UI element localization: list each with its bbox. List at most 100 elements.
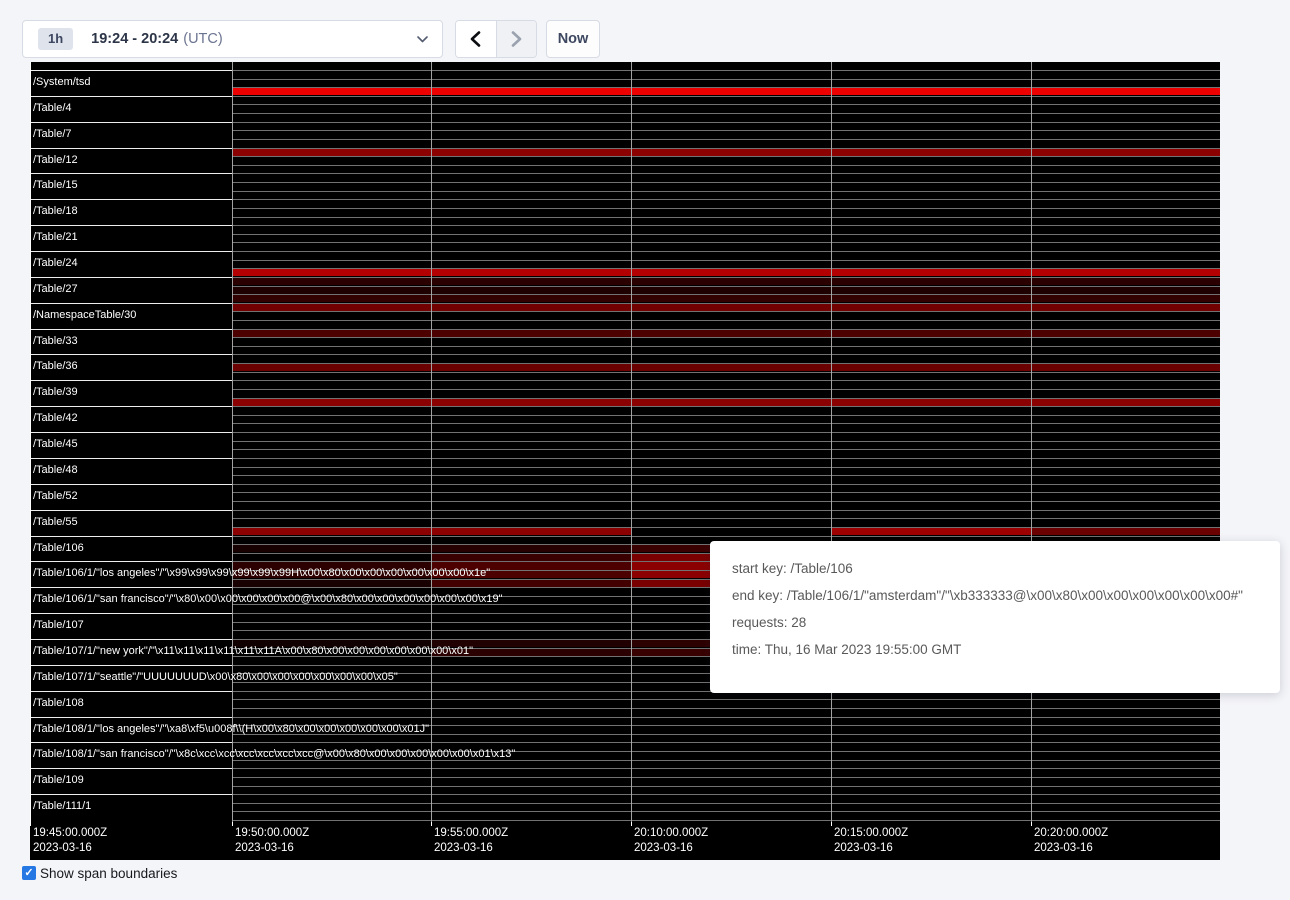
- row-label: /Table/24: [33, 257, 78, 269]
- heat-band[interactable]: [1032, 278, 1220, 285]
- heat-band[interactable]: [1032, 287, 1220, 294]
- heat-band[interactable]: [832, 295, 1031, 302]
- row-boundary-line: [30, 794, 232, 795]
- heat-band[interactable]: [1032, 88, 1220, 95]
- span-boundary-line: [232, 70, 1220, 71]
- heat-band[interactable]: [432, 545, 631, 552]
- heat-band[interactable]: [233, 269, 431, 276]
- heat-band[interactable]: [1032, 295, 1220, 302]
- row-boundary-line: [30, 303, 232, 304]
- heat-band[interactable]: [1032, 528, 1220, 535]
- heat-band[interactable]: [1032, 364, 1220, 371]
- heat-band[interactable]: [832, 88, 1031, 95]
- chart-left-edge: [30, 62, 31, 822]
- heat-band[interactable]: [832, 364, 1031, 371]
- heat-band[interactable]: [1032, 330, 1220, 337]
- row-boundary-line: [30, 561, 232, 562]
- x-axis-tick-time: 20:15:00.000Z: [834, 826, 908, 840]
- x-axis-tickmark: [1031, 822, 1032, 826]
- span-boundary-line: [232, 199, 1220, 200]
- heat-band[interactable]: [233, 88, 431, 95]
- span-boundary-line: [232, 768, 1220, 769]
- heat-band[interactable]: [233, 287, 431, 294]
- heat-band[interactable]: [432, 149, 631, 156]
- heat-band[interactable]: [1032, 149, 1220, 156]
- heat-band[interactable]: [233, 330, 431, 337]
- heat-band[interactable]: [832, 278, 1031, 285]
- row-label: /Table/107: [33, 619, 84, 631]
- span-boundary-line: [232, 449, 1220, 450]
- heat-band[interactable]: [233, 149, 431, 156]
- heat-band[interactable]: [632, 399, 831, 406]
- heat-band[interactable]: [1032, 399, 1220, 406]
- time-nav-group: [455, 20, 537, 58]
- heat-band[interactable]: [832, 330, 1031, 337]
- heat-band[interactable]: [432, 364, 631, 371]
- heat-band[interactable]: [233, 528, 431, 535]
- span-boundary-line: [232, 130, 1220, 131]
- now-button[interactable]: Now: [546, 20, 600, 58]
- key-visualizer-heatmap[interactable]: /System/tsd/Table/4/Table/7/Table/12/Tab…: [30, 62, 1220, 860]
- heat-band[interactable]: [632, 287, 831, 294]
- heat-band[interactable]: [233, 364, 431, 371]
- row-boundary-line: [30, 484, 232, 485]
- heat-band[interactable]: [832, 149, 1031, 156]
- heat-band[interactable]: [233, 545, 431, 552]
- heat-band[interactable]: [632, 88, 831, 95]
- heat-band[interactable]: [632, 149, 831, 156]
- span-boundary-line: [232, 79, 1220, 80]
- heat-band[interactable]: [432, 330, 631, 337]
- heat-band[interactable]: [632, 330, 831, 337]
- row-boundary-line: [30, 510, 232, 511]
- heat-band[interactable]: [432, 528, 631, 535]
- heat-band[interactable]: [832, 304, 1031, 311]
- time-range-selector[interactable]: 1h 19:24 - 20:24 (UTC): [22, 20, 443, 58]
- span-boundary-line: [232, 786, 1220, 787]
- row-boundary-line: [30, 70, 232, 71]
- heat-band[interactable]: [632, 295, 831, 302]
- heat-band[interactable]: [233, 304, 431, 311]
- heat-band[interactable]: [432, 287, 631, 294]
- heat-band[interactable]: [233, 295, 431, 302]
- span-boundary-line: [232, 165, 1220, 166]
- heat-band[interactable]: [432, 295, 631, 302]
- heat-band[interactable]: [432, 278, 631, 285]
- heat-band[interactable]: [832, 399, 1031, 406]
- heat-band[interactable]: [1032, 304, 1220, 311]
- row-label: /Table/15: [33, 179, 78, 191]
- tooltip-time: time: Thu, 16 Mar 2023 19:55:00 GMT: [732, 640, 1258, 660]
- range-timezone: (UTC): [183, 31, 222, 47]
- heat-band[interactable]: [233, 580, 431, 587]
- span-boundary-line: [232, 484, 1220, 485]
- row-boundary-line: [30, 742, 232, 743]
- span-boundary-line: [232, 104, 1220, 105]
- span-boundary-line: [232, 708, 1220, 709]
- heat-band[interactable]: [432, 88, 631, 95]
- show-span-boundaries-checkbox[interactable]: ✓: [22, 866, 36, 880]
- span-boundary-line: [232, 811, 1220, 812]
- span-boundary-line: [232, 441, 1220, 442]
- heat-band[interactable]: [432, 269, 631, 276]
- heat-band[interactable]: [1032, 269, 1220, 276]
- heat-band[interactable]: [432, 554, 631, 561]
- heat-band[interactable]: [832, 528, 1031, 535]
- row-boundary-line: [30, 380, 232, 381]
- span-boundary-line: [232, 251, 1220, 252]
- heat-band[interactable]: [632, 269, 831, 276]
- prev-time-button[interactable]: [456, 21, 497, 57]
- heat-band[interactable]: [832, 269, 1031, 276]
- row-label: /Table/33: [33, 335, 78, 347]
- row-label: /Table/45: [33, 438, 78, 450]
- heat-band[interactable]: [432, 580, 631, 587]
- heat-band[interactable]: [632, 304, 831, 311]
- heat-band[interactable]: [233, 399, 431, 406]
- heat-band[interactable]: [432, 304, 631, 311]
- range-text: 19:24 - 20:24: [91, 31, 178, 47]
- heat-band[interactable]: [632, 278, 831, 285]
- next-time-button[interactable]: [497, 21, 537, 57]
- heat-band[interactable]: [832, 287, 1031, 294]
- heat-band[interactable]: [632, 364, 831, 371]
- span-boundary-line: [232, 389, 1220, 390]
- heat-band[interactable]: [432, 399, 631, 406]
- heat-band[interactable]: [233, 278, 431, 285]
